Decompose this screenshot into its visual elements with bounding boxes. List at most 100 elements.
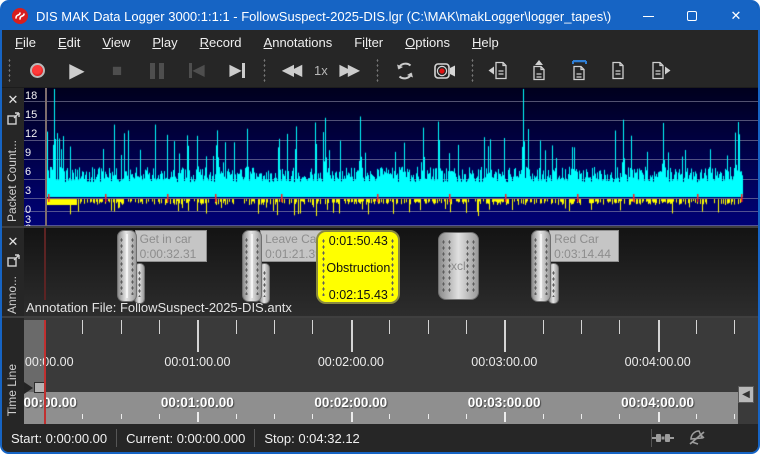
close-button[interactable]: ✕ bbox=[714, 2, 758, 30]
menu-options[interactable]: Options bbox=[394, 32, 461, 53]
overview-tick bbox=[581, 414, 582, 419]
timeline-tick bbox=[466, 320, 467, 334]
play-button[interactable]: ▶ bbox=[62, 57, 92, 85]
timeline-tick bbox=[658, 320, 660, 352]
rewind-button[interactable]: ◀◀ bbox=[277, 57, 307, 85]
minimize-button[interactable] bbox=[626, 2, 670, 30]
annotation-up-button[interactable] bbox=[525, 57, 555, 85]
stem-dots bbox=[138, 270, 141, 297]
timeline-label: 00:01:00.00 bbox=[164, 355, 230, 369]
timeline-tick bbox=[504, 320, 506, 352]
timeline-cursor-line[interactable] bbox=[44, 320, 46, 424]
annotation-track[interactable]: Annotation File: FollowSuspect-2025-DIS.… bbox=[24, 228, 758, 316]
timeline-label: 00:02:00.00 bbox=[318, 355, 384, 369]
annotation-flag[interactable] bbox=[531, 230, 551, 302]
timeline-label: 0:00:00.00 bbox=[24, 355, 74, 369]
record-icon bbox=[30, 63, 45, 78]
scroll-left-icon: ◀ bbox=[742, 389, 750, 400]
skip-to-end-icon: ▶ bbox=[229, 63, 241, 79]
toolbar-separator bbox=[263, 58, 266, 84]
annotation-range[interactable]: xcl bbox=[438, 232, 479, 300]
fast-forward-button[interactable]: ▶▶ bbox=[335, 57, 365, 85]
playback-speed-label: 1x bbox=[314, 63, 328, 78]
timeline-tick bbox=[619, 320, 620, 334]
timeline-label: 00:04:00.00 bbox=[625, 355, 691, 369]
annotation-time: 0:01:21.39 bbox=[265, 247, 321, 262]
overview-tick bbox=[696, 414, 697, 419]
annotation-name: xcl bbox=[451, 259, 466, 273]
menu-annotations[interactable]: Annotations bbox=[253, 32, 344, 53]
network-disabled-icon[interactable] bbox=[688, 430, 706, 446]
toolbar-grip[interactable] bbox=[8, 58, 11, 84]
skip-to-start-icon: ◀ bbox=[192, 63, 204, 79]
toolbar-separator bbox=[376, 58, 379, 84]
connection-plug-icon[interactable] bbox=[652, 431, 674, 445]
packet-count-waveform bbox=[47, 88, 757, 226]
menu-view[interactable]: View bbox=[91, 32, 141, 53]
timeline-tick bbox=[312, 320, 313, 334]
pause-button[interactable] bbox=[142, 57, 172, 85]
close-annotation-panel-button[interactable]: ✕ bbox=[2, 234, 24, 250]
status-start: Start: 0:00:00.00 bbox=[2, 431, 116, 446]
timeline-end-handle[interactable]: ◀ bbox=[738, 386, 754, 403]
status-bar: Start: 0:00:00.00Current: 0:00:00.000Sto… bbox=[2, 424, 758, 452]
overview-tick bbox=[504, 412, 506, 422]
maximize-icon bbox=[687, 11, 697, 21]
annotation-name: Get in car bbox=[140, 232, 202, 247]
status-current: Current: 0:00:00.000 bbox=[117, 431, 254, 446]
menu-record[interactable]: Record bbox=[189, 32, 253, 53]
annotation-cursor-line bbox=[44, 228, 46, 300]
popout-annotation-panel-button[interactable] bbox=[2, 254, 24, 270]
annotation-name: Leave Car bbox=[265, 232, 321, 247]
skip-to-start-button[interactable]: ◀ bbox=[182, 57, 212, 85]
annotation-flag[interactable] bbox=[242, 230, 262, 302]
play-icon: ▶ bbox=[69, 61, 84, 81]
timeline-overview[interactable]: 0:00:00.0000:01:00.0000:02:00.0000:03:00… bbox=[24, 392, 738, 424]
record-clip-button[interactable] bbox=[430, 57, 460, 85]
next-annotation-button[interactable] bbox=[645, 57, 675, 85]
menu-file[interactable]: File bbox=[4, 32, 47, 53]
maximize-button[interactable] bbox=[670, 2, 714, 30]
timeline-tick bbox=[274, 320, 275, 334]
timeline-ruler[interactable]: 0:00:00.0000:01:00.0000:02:00.0000:03:00… bbox=[24, 318, 758, 392]
current-annotation-button[interactable] bbox=[565, 57, 595, 85]
overview-tick bbox=[351, 412, 353, 422]
timeline-tick bbox=[236, 320, 237, 334]
stem-dots bbox=[448, 239, 451, 293]
y-axis-label: 12 bbox=[25, 128, 43, 140]
menu-help[interactable]: Help bbox=[461, 32, 510, 53]
annotation-label-box[interactable]: Red Car0:03:14.44 bbox=[549, 230, 619, 262]
menu-play[interactable]: Play bbox=[141, 32, 188, 53]
menu-edit[interactable]: Edit bbox=[47, 32, 91, 53]
skip-to-end-button[interactable]: ▶ bbox=[222, 57, 252, 85]
stem-dots bbox=[534, 237, 537, 295]
record-button[interactable] bbox=[22, 57, 52, 85]
annotation-list-button[interactable] bbox=[605, 57, 635, 85]
status-fields: Start: 0:00:00.00Current: 0:00:00.000Sto… bbox=[2, 429, 369, 447]
prev-annotation-button[interactable] bbox=[485, 57, 515, 85]
annotation-flag[interactable] bbox=[117, 230, 137, 302]
annotation-selected[interactable]: 0:01:50.43Obstruction0:02:15.43 bbox=[316, 230, 400, 304]
menu-filter[interactable]: Filter bbox=[343, 32, 394, 53]
popout-icon bbox=[7, 254, 20, 267]
overview-tick bbox=[312, 414, 313, 419]
close-packet-graph-button[interactable]: ✕ bbox=[2, 92, 24, 108]
annotation-time: 0:03:14.44 bbox=[554, 247, 614, 262]
annotation-label-box[interactable]: Get in car0:00:32.31 bbox=[135, 230, 207, 262]
stem-line bbox=[251, 234, 253, 298]
popout-packet-graph-button[interactable] bbox=[2, 112, 24, 128]
packet-count-graph[interactable]: 181512963036 bbox=[24, 88, 758, 226]
stem-line bbox=[540, 234, 542, 298]
annotation-name: Obstruction bbox=[318, 261, 398, 275]
timeline-panel-strip: Time Line bbox=[2, 318, 24, 424]
timeline-start-marker-icon[interactable] bbox=[24, 382, 33, 394]
overview-tick bbox=[389, 414, 390, 419]
overview-tick bbox=[428, 414, 429, 419]
annotation-panel-strip: ✕ Anno... bbox=[2, 228, 24, 316]
stop-button[interactable]: ■ bbox=[102, 57, 132, 85]
loop-button[interactable] bbox=[390, 57, 420, 85]
stem-line bbox=[126, 234, 128, 298]
status-stop: Stop: 0:04:32.12 bbox=[255, 431, 368, 446]
overview-label: 00:02:00.00 bbox=[314, 395, 387, 410]
stem-dots bbox=[263, 270, 266, 297]
